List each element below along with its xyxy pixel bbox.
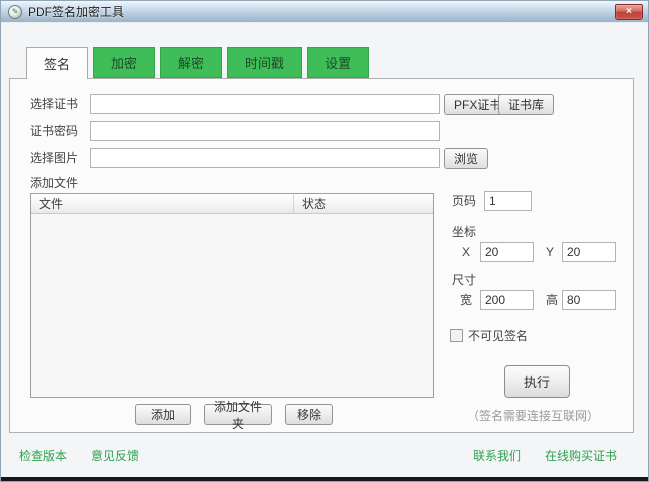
titlebar: ✎ PDF签名加密工具 ×: [1, 1, 648, 23]
tab-sign[interactable]: 签名: [26, 47, 88, 79]
width-input[interactable]: [480, 290, 534, 310]
contact-us-link[interactable]: 联系我们: [473, 447, 521, 464]
y-label: Y: [546, 243, 554, 262]
close-icon[interactable]: ×: [615, 4, 643, 20]
page-label: 页码: [452, 192, 476, 211]
tab-timestamp[interactable]: 时间戳: [227, 47, 302, 78]
check-version-link[interactable]: 检查版本: [19, 447, 67, 464]
tab-encrypt[interactable]: 加密: [93, 47, 155, 78]
x-input[interactable]: [480, 242, 534, 262]
image-input[interactable]: [90, 148, 440, 168]
invisible-signature-label: 不可见签名: [468, 327, 528, 346]
add-file-button[interactable]: 添加: [135, 404, 191, 425]
width-label: 宽: [460, 291, 472, 310]
height-input[interactable]: [562, 290, 616, 310]
cert-label: 选择证书: [30, 95, 78, 114]
add-files-label: 添加文件: [30, 174, 78, 193]
app-icon: ✎: [8, 5, 22, 19]
tab-decrypt[interactable]: 解密: [160, 47, 222, 78]
network-note: （签名需要连接互联网）: [438, 407, 628, 424]
sign-tab-panel: 选择证书 PFX证书 证书库 证书密码 选择图片 浏览 添加文件 文件 状态 添…: [9, 78, 634, 433]
y-input[interactable]: [562, 242, 616, 262]
page-input[interactable]: [484, 191, 532, 211]
window-title: PDF签名加密工具: [28, 3, 124, 20]
tab-settings[interactable]: 设置: [307, 47, 369, 78]
coord-label: 坐标: [452, 223, 476, 242]
file-list-body[interactable]: [31, 214, 433, 397]
password-label: 证书密码: [30, 122, 78, 141]
size-label: 尺寸: [452, 271, 476, 290]
file-list[interactable]: 文件 状态: [30, 193, 434, 398]
window-bottom-edge: [1, 477, 648, 481]
column-header-file[interactable]: 文件: [31, 194, 293, 213]
x-label: X: [462, 243, 470, 262]
invisible-signature-checkbox[interactable]: [450, 329, 463, 342]
tab-bar: 签名 加密 解密 时间戳 设置: [26, 47, 369, 79]
footer-left: 检查版本 意见反馈: [19, 447, 139, 464]
feedback-link[interactable]: 意见反馈: [91, 447, 139, 464]
buy-cert-link[interactable]: 在线购买证书: [545, 447, 617, 464]
file-list-header: 文件 状态: [31, 194, 433, 214]
image-label: 选择图片: [30, 149, 78, 168]
add-folder-button[interactable]: 添加文件夹: [204, 404, 272, 425]
footer-right: 联系我们 在线购买证书: [473, 447, 617, 464]
execute-button[interactable]: 执行: [504, 365, 570, 398]
browse-button[interactable]: 浏览: [444, 148, 488, 169]
cert-store-button[interactable]: 证书库: [498, 94, 554, 115]
password-input[interactable]: [90, 121, 440, 141]
app-window: ✎ PDF签名加密工具 × 签名 加密 解密 时间戳 设置 选择证书 PFX证书…: [0, 0, 649, 482]
remove-file-button[interactable]: 移除: [285, 404, 333, 425]
height-label: 高: [546, 291, 558, 310]
column-header-status[interactable]: 状态: [293, 194, 433, 213]
cert-input[interactable]: [90, 94, 440, 114]
